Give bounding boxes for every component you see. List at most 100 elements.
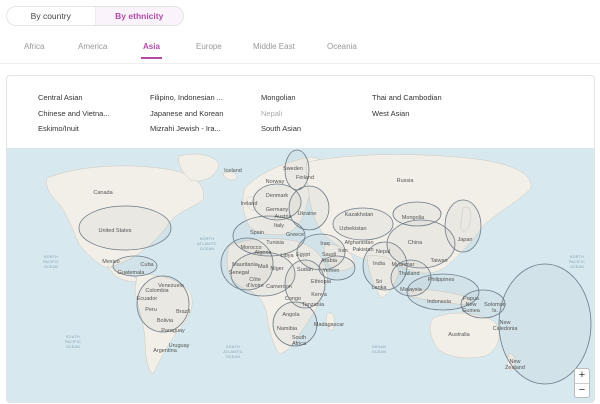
by-ethnicity-toggle[interactable]: By ethnicity <box>94 7 183 25</box>
country-label-finland: Finland <box>296 175 314 181</box>
country-label-argentina: Argentina <box>153 348 177 354</box>
zoom-control: + − <box>574 368 590 398</box>
map-panel: Central Asian Chinese and Vietna... Eski… <box>6 75 595 403</box>
country-label-mexico: Mexico <box>102 259 119 265</box>
country-label-new-zealand-2: Zealand <box>505 365 525 371</box>
country-label-niger: Niger <box>270 266 283 272</box>
ocean-label-atlantic-south-ocean: OCEAN <box>226 355 240 359</box>
country-label-china: China <box>408 240 423 246</box>
country-label-ethiopia: Ethiopia <box>311 279 332 285</box>
country-label-ukraine: Ukraine <box>298 211 317 217</box>
country-label-cameroon: Cameroon <box>266 284 292 290</box>
country-label-denmark: Denmark <box>266 193 289 199</box>
ocean-label-atlantic: ATLANTIC <box>197 242 217 246</box>
country-label-iran: Iran <box>338 248 347 254</box>
country-label-spain: Spain <box>250 230 264 236</box>
legend-item-nepali[interactable]: Nepali <box>261 109 282 118</box>
country-label-madagascar: Madagascar <box>314 322 344 328</box>
ocean-label-pacific-ocean-east: OCEAN <box>570 265 584 269</box>
country-label-sudan: Sudan <box>297 267 313 273</box>
tab-america[interactable]: America <box>78 42 107 51</box>
country-label-indonesia: Indonesia <box>427 299 452 305</box>
country-label-malaysia: Malaysia <box>400 287 423 293</box>
ocean-label-indian: INDIAN <box>372 345 386 349</box>
ocean-label-pacific-east: PACIFIC <box>569 260 585 264</box>
country-label-colombia: Colombia <box>145 288 169 294</box>
country-label-mauritania: Mauritania <box>232 262 259 268</box>
legend-item-japanese-korean[interactable]: Japanese and Korean <box>150 109 223 118</box>
country-label-africa: Africa <box>292 341 307 347</box>
tab-africa[interactable]: Africa <box>24 42 44 51</box>
country-label-iraq: Iraq <box>320 241 329 247</box>
country-label-congo: Congo <box>285 296 301 302</box>
region-outline-japanese-korean <box>444 199 482 253</box>
country-label-myanmar: Myanmar <box>392 262 415 268</box>
country-label-india: India <box>373 261 386 267</box>
country-label-divoire: d'Ivoire <box>246 283 264 289</box>
ocean-label-pacific-ocean: OCEAN <box>44 265 58 269</box>
country-label-tanzania: Tanzania <box>302 302 325 308</box>
country-label-italy: Italy <box>274 223 284 229</box>
country-label-russia: Russia <box>397 178 415 184</box>
ocean-label-ocean: OCEAN <box>200 247 214 251</box>
country-label-japan: Japan <box>458 237 473 243</box>
country-label-angola: Angola <box>282 312 300 318</box>
legend-item-chinese-vietnamese[interactable]: Chinese and Vietna... <box>38 109 110 118</box>
zoom-out-button[interactable]: − <box>575 383 589 397</box>
country-label-egypt: Egypt <box>296 252 311 258</box>
country-label-philippines: Philippines <box>428 277 455 283</box>
country-label-mali: Mali <box>258 264 268 270</box>
tab-asia[interactable]: Asia <box>141 42 162 59</box>
country-label-solomon-is: Is. <box>492 308 498 314</box>
legend-item-south-asian[interactable]: South Asian <box>261 124 301 133</box>
country-label-united: United States <box>98 228 131 234</box>
country-label-greece: Greece <box>286 232 304 238</box>
legend-item-west-asian[interactable]: West Asian <box>372 109 409 118</box>
country-label-thailand: Thailand <box>398 271 419 277</box>
country-label-nepal: Nepal <box>376 249 390 255</box>
ocean-label-pacific: PACIFIC <box>43 260 59 264</box>
ocean-label-north-pacific: NORTH <box>44 255 58 259</box>
legend-item-central-asian[interactable]: Central Asian <box>38 93 83 102</box>
country-label-uzbekistan: Uzbekistan <box>339 226 366 232</box>
legend-item-filipino-indonesian[interactable]: Filipino, Indonesian ... <box>150 93 223 102</box>
country-label-ireland: Ireland <box>241 201 258 207</box>
zoom-in-button[interactable]: + <box>575 369 589 383</box>
by-country-toggle[interactable]: By country <box>7 7 95 25</box>
ocean-label-south-pacific-ocean: OCEAN <box>66 345 80 349</box>
country-label-sweden: Sweden <box>283 166 303 172</box>
country-label-arabia: Arabia <box>321 258 338 264</box>
ocean-label-north: NORTH <box>200 237 214 241</box>
country-label-tunisia: Tunisia <box>266 240 284 246</box>
tab-divider <box>0 63 600 64</box>
world-map[interactable]: NORTH ATLANTIC OCEAN NORTH PACIFIC OCEAN… <box>7 148 594 402</box>
tab-middle-east[interactable]: Middle East <box>253 42 295 51</box>
country-label-brazil: Brazil <box>176 309 190 315</box>
ocean-label-south-pacific: PACIFIC <box>65 340 81 344</box>
ocean-label-south: SOUTH <box>66 335 80 339</box>
country-label-ecuador: Ecuador <box>137 296 158 302</box>
country-label-lanka: Lanka <box>372 285 388 291</box>
legend-item-mizrahi-jewish[interactable]: Mizrahi Jewish - Ira... <box>150 124 221 133</box>
country-label-cuba: Cuba <box>140 262 154 268</box>
country-label-iceland: Iceland <box>224 168 242 174</box>
ocean-label-indian-ocean: OCEAN <box>372 350 386 354</box>
ocean-label-south-atl: SOUTH <box>226 345 240 349</box>
country-label-bolivia: Bolivia <box>157 318 174 324</box>
ocean-label-north-pacific-east: NORTH <box>570 255 584 259</box>
country-label-kazakhstan: Kazakhstan <box>345 212 374 218</box>
country-label-mongolia: Mongolia <box>402 215 425 221</box>
legend-item-eskimo-inuit[interactable]: Eskimo/Inuit <box>38 124 79 133</box>
country-label-canada: Canada <box>93 190 113 196</box>
country-label-algeria: Algeria <box>254 250 272 256</box>
map-canvas: NORTH ATLANTIC OCEAN NORTH PACIFIC OCEAN… <box>43 149 592 385</box>
view-toggle: By country By ethnicity <box>6 6 184 26</box>
country-label-paraguay: Paraguay <box>161 328 185 334</box>
country-label-taiwan: Taiwan <box>430 258 447 264</box>
tab-oceania[interactable]: Oceania <box>327 42 357 51</box>
tab-europe[interactable]: Europe <box>196 42 222 51</box>
legend-item-mongolian[interactable]: Mongolian <box>261 93 296 102</box>
legend-item-thai-cambodian[interactable]: Thai and Cambodian <box>372 93 442 102</box>
country-label-pakistan: Pakistan <box>352 247 373 253</box>
country-label-norway: Norway <box>266 179 285 185</box>
